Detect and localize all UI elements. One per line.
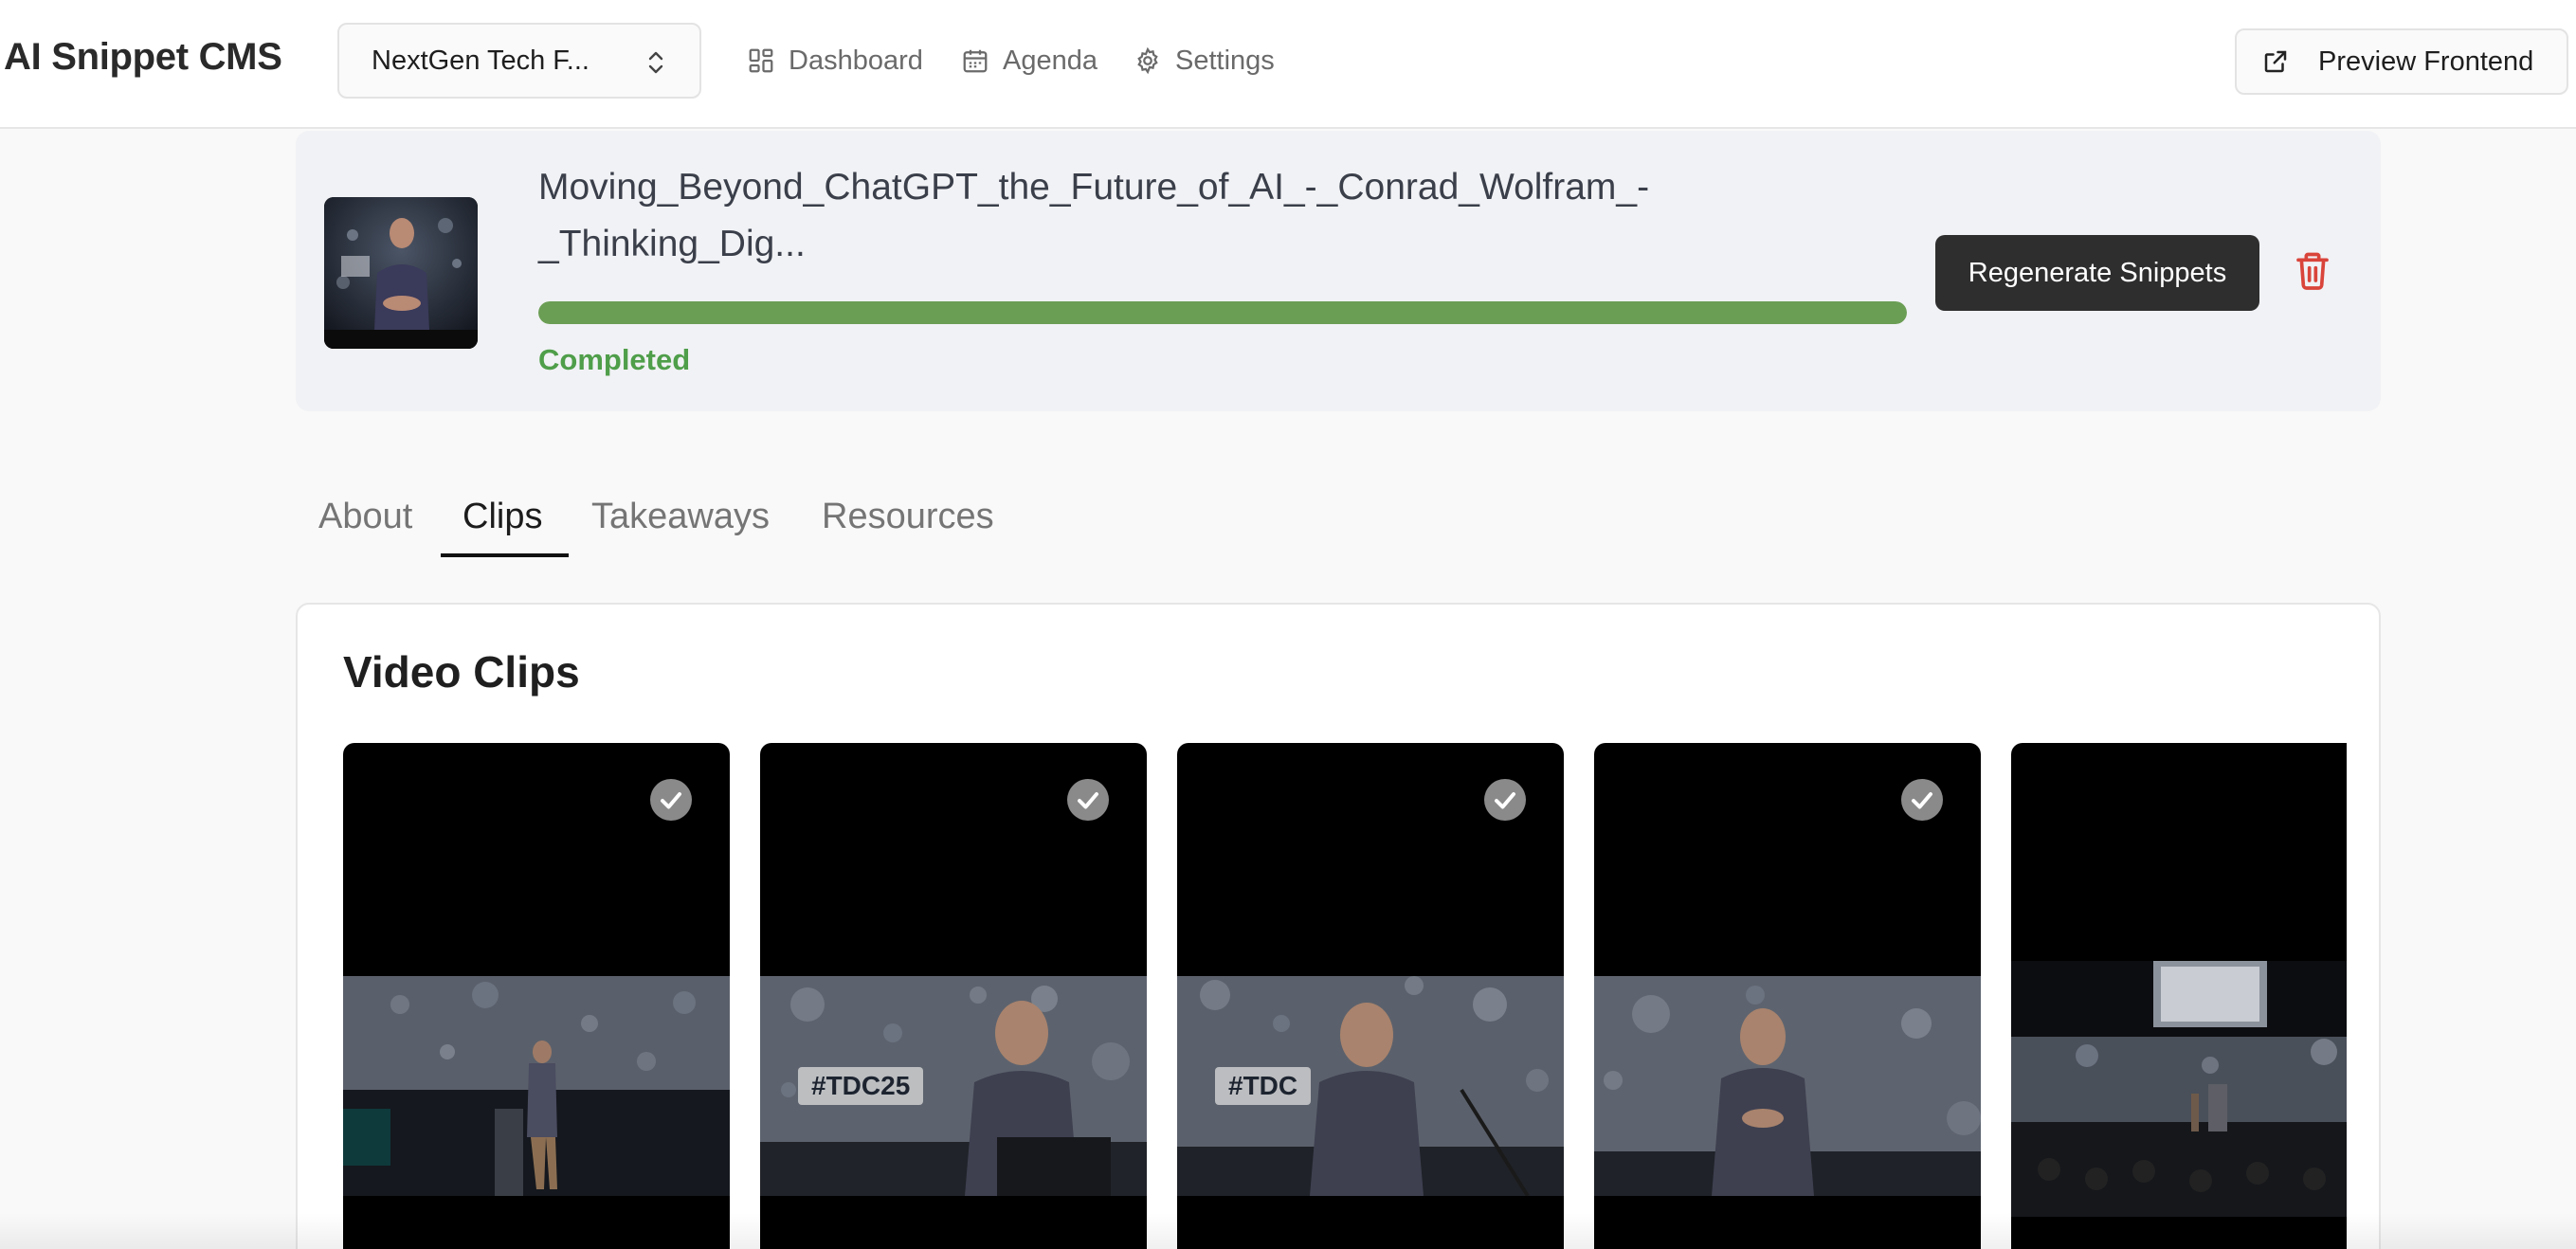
nav-agenda[interactable]: Agenda xyxy=(961,42,1098,80)
clip-card[interactable] xyxy=(343,743,730,1249)
event-selector-value: NextGen Tech F... xyxy=(372,45,590,76)
clip-card[interactable]: #TDC25 xyxy=(760,743,1147,1249)
external-link-icon xyxy=(2264,50,2287,73)
calendar-icon xyxy=(963,49,988,73)
video-title-line-2: _Thinking_Dig... xyxy=(538,224,806,264)
active-tab-indicator xyxy=(441,553,569,557)
speaker-thumbnail-image xyxy=(324,197,478,349)
clip-hashtag-badge: #TDC25 xyxy=(798,1067,924,1105)
nav-settings[interactable]: Settings xyxy=(1134,42,1275,80)
nav-dashboard[interactable]: Dashboard xyxy=(747,42,923,80)
app-brand[interactable]: AI Snippet CMS xyxy=(4,36,282,79)
clip-video-frame xyxy=(1594,976,1981,1196)
video-thumbnail[interactable] xyxy=(324,197,478,349)
clip-card[interactable] xyxy=(2011,743,2347,1249)
tab-clips[interactable]: Clips xyxy=(463,497,542,572)
regenerate-snippets-button[interactable]: Regenerate Snippets xyxy=(1935,235,2259,311)
clip-video-frame xyxy=(343,976,730,1196)
preview-frontend-button[interactable]: Preview Frontend xyxy=(2235,28,2568,95)
clip-video-frame xyxy=(2011,961,2347,1217)
clip-video-frame: #TDC xyxy=(1177,976,1564,1196)
selected-check-icon[interactable] xyxy=(1484,779,1526,821)
clip-card[interactable] xyxy=(1594,743,1981,1249)
video-clips-panel: Video Clips #TDC25 #TDC xyxy=(296,603,2381,1249)
tab-resources[interactable]: Resources xyxy=(822,497,994,572)
clip-hashtag-badge: #TDC xyxy=(1215,1067,1312,1105)
nav-dashboard-label: Dashboard xyxy=(789,45,923,76)
trash-icon[interactable] xyxy=(2294,250,2331,292)
clips-carousel[interactable]: #TDC25 #TDC xyxy=(343,743,2347,1249)
nav-settings-label: Settings xyxy=(1175,45,1275,76)
selected-check-icon[interactable] xyxy=(650,779,692,821)
selected-check-icon[interactable] xyxy=(1901,779,1943,821)
tab-takeaways[interactable]: Takeaways xyxy=(591,497,770,572)
gear-icon xyxy=(1137,46,1158,75)
tab-about[interactable]: About xyxy=(318,497,412,572)
processing-progress-bar xyxy=(538,301,1907,324)
selected-check-icon[interactable] xyxy=(1067,779,1109,821)
video-status-card: Moving_Beyond_ChatGPT_the_Future_of_AI_-… xyxy=(296,131,2381,411)
preview-frontend-label: Preview Frontend xyxy=(2318,45,2534,77)
event-selector[interactable]: NextGen Tech F... xyxy=(337,23,701,99)
processing-progress-fill xyxy=(538,301,1907,324)
processing-status: Completed xyxy=(538,343,691,376)
top-navbar: AI Snippet CMS NextGen Tech F... Dashboa… xyxy=(0,0,2576,129)
grid-icon xyxy=(749,48,773,73)
clip-video-frame: #TDC25 xyxy=(760,976,1147,1196)
video-title-line-1: Moving_Beyond_ChatGPT_the_Future_of_AI_-… xyxy=(538,167,1650,208)
nav-agenda-label: Agenda xyxy=(1003,45,1098,76)
video-clips-heading: Video Clips xyxy=(343,647,580,697)
chevron-updown-icon xyxy=(648,51,663,74)
clip-card[interactable]: #TDC xyxy=(1177,743,1564,1249)
video-title: Moving_Beyond_ChatGPT_the_Future_of_AI_-… xyxy=(538,159,1770,273)
